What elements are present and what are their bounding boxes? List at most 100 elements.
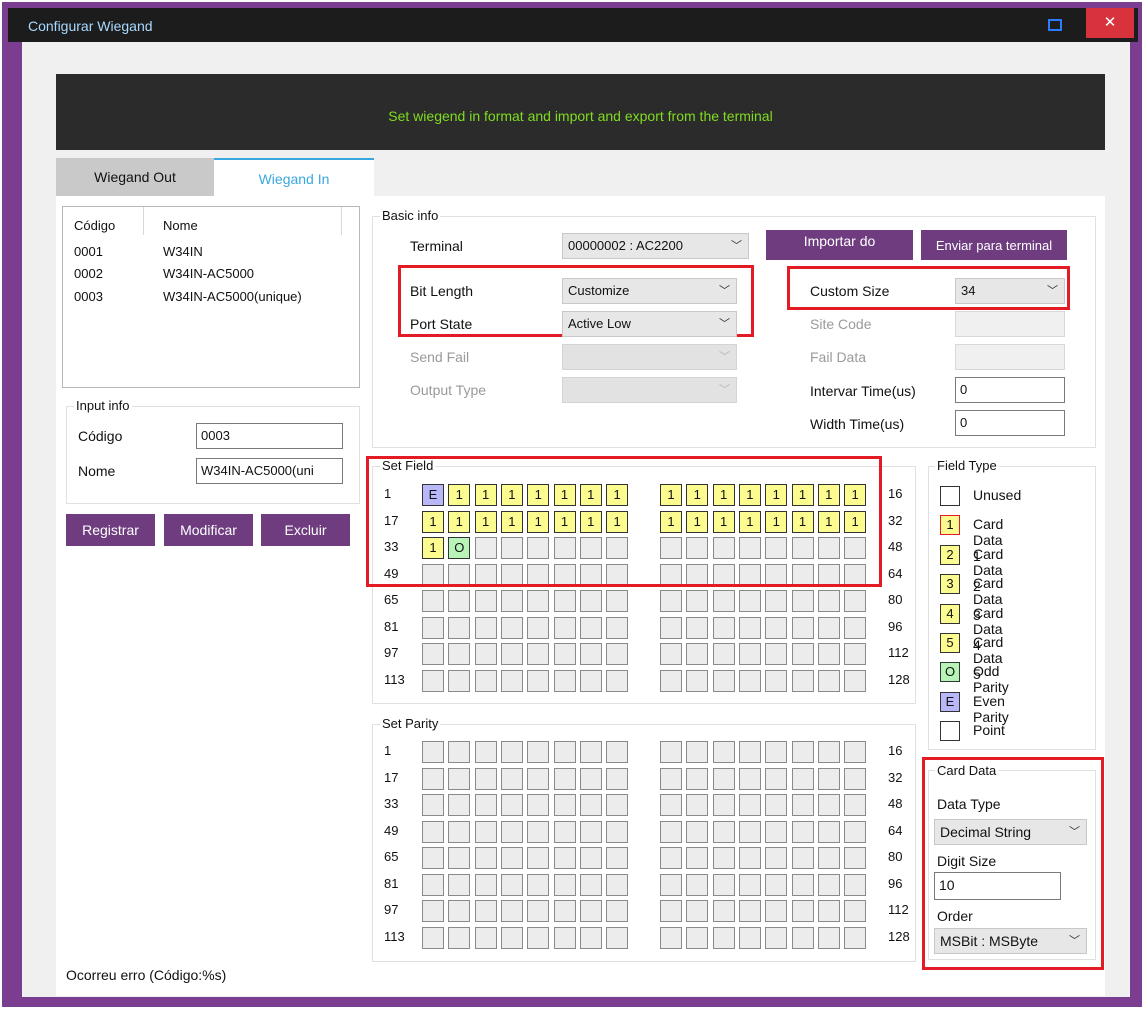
field-bit-cell[interactable]	[579, 616, 602, 639]
maximize-button[interactable]	[1038, 12, 1072, 38]
parity-bit-cell[interactable]	[448, 794, 471, 816]
parity-bit-cell[interactable]	[712, 873, 735, 896]
parity-bit-cell[interactable]	[474, 926, 497, 949]
field-bit-cell[interactable]	[817, 616, 840, 639]
parity-bit-cell[interactable]	[500, 926, 523, 949]
list-item-code[interactable]: 0002	[74, 266, 103, 281]
list-item-code[interactable]: 0003	[74, 289, 103, 304]
field-bit-cell[interactable]	[500, 616, 523, 639]
parity-bit-cell[interactable]	[553, 873, 576, 896]
field-bit-cell[interactable]	[474, 643, 497, 665]
field-bit-cell[interactable]	[527, 616, 550, 639]
output-type-select[interactable]: ﹀	[562, 377, 737, 403]
parity-bit-cell[interactable]	[791, 741, 814, 763]
parity-bit-cell[interactable]	[844, 873, 867, 896]
parity-bit-cell[interactable]	[422, 873, 444, 896]
parity-bit-cell[interactable]	[817, 873, 840, 896]
list-item-name[interactable]: W34IN-AC5000(unique)	[163, 289, 302, 304]
parity-bit-cell[interactable]	[765, 820, 788, 843]
register-button[interactable]: Registrar	[66, 514, 155, 546]
parity-bit-cell[interactable]	[500, 873, 523, 896]
parity-bit-cell[interactable]	[527, 900, 550, 922]
parity-bit-cell[interactable]	[791, 926, 814, 949]
parity-bit-cell[interactable]	[686, 741, 709, 763]
parity-bit-cell[interactable]	[738, 767, 761, 790]
field-bit-cell[interactable]	[817, 643, 840, 665]
code-field[interactable]: 0003	[196, 423, 343, 449]
parity-bit-cell[interactable]	[817, 767, 840, 790]
parity-bit-cell[interactable]	[474, 741, 497, 763]
parity-bit-cell[interactable]	[500, 741, 523, 763]
field-bit-cell[interactable]	[660, 669, 682, 692]
field-bit-cell[interactable]	[422, 590, 444, 612]
field-bit-cell[interactable]	[686, 643, 709, 665]
parity-bit-cell[interactable]	[448, 741, 471, 763]
parity-bit-cell[interactable]	[606, 767, 629, 790]
field-bit-cell[interactable]	[791, 616, 814, 639]
field-bit-cell[interactable]	[527, 669, 550, 692]
parity-bit-cell[interactable]	[738, 794, 761, 816]
field-bit-cell[interactable]	[712, 669, 735, 692]
field-bit-cell[interactable]	[686, 590, 709, 612]
parity-bit-cell[interactable]	[660, 741, 682, 763]
parity-bit-cell[interactable]	[527, 767, 550, 790]
field-bit-cell[interactable]	[738, 669, 761, 692]
field-bit-cell[interactable]	[553, 616, 576, 639]
parity-bit-cell[interactable]	[791, 767, 814, 790]
parity-bit-cell[interactable]	[660, 847, 682, 869]
parity-bit-cell[interactable]	[817, 900, 840, 922]
parity-bit-cell[interactable]	[791, 900, 814, 922]
port-state-select[interactable]: Active Low ﹀	[562, 311, 737, 337]
parity-bit-cell[interactable]	[738, 900, 761, 922]
parity-bit-cell[interactable]	[660, 900, 682, 922]
data-type-select[interactable]: Decimal String ﹀	[934, 819, 1087, 845]
parity-bit-cell[interactable]	[712, 847, 735, 869]
parity-bit-cell[interactable]	[448, 900, 471, 922]
parity-bit-cell[interactable]	[844, 820, 867, 843]
send-to-terminal-button[interactable]: Enviar para terminal	[921, 230, 1067, 260]
field-bit-cell[interactable]	[474, 590, 497, 612]
parity-bit-cell[interactable]	[553, 926, 576, 949]
field-bit-cell[interactable]	[500, 669, 523, 692]
field-bit-cell[interactable]	[606, 669, 629, 692]
field-bit-cell[interactable]	[422, 643, 444, 665]
parity-bit-cell[interactable]	[844, 900, 867, 922]
parity-bit-cell[interactable]	[712, 926, 735, 949]
send-fail-select[interactable]: ﹀	[562, 344, 737, 370]
parity-bit-cell[interactable]	[817, 820, 840, 843]
parity-bit-cell[interactable]	[765, 873, 788, 896]
field-bit-cell[interactable]	[553, 590, 576, 612]
field-bit-cell[interactable]	[791, 643, 814, 665]
parity-bit-cell[interactable]	[791, 873, 814, 896]
column-header-name[interactable]: Nome	[163, 218, 198, 233]
parity-bit-cell[interactable]	[765, 926, 788, 949]
parity-bit-cell[interactable]	[422, 741, 444, 763]
parity-bit-cell[interactable]	[474, 820, 497, 843]
field-bit-cell[interactable]	[844, 669, 867, 692]
parity-bit-cell[interactable]	[606, 741, 629, 763]
parity-bit-cell[interactable]	[606, 847, 629, 869]
field-bit-cell[interactable]	[527, 590, 550, 612]
parity-bit-cell[interactable]	[553, 820, 576, 843]
parity-bit-cell[interactable]	[660, 767, 682, 790]
field-bit-cell[interactable]	[844, 616, 867, 639]
column-header-code[interactable]: Código	[74, 218, 115, 233]
parity-bit-cell[interactable]	[474, 873, 497, 896]
bit-length-select[interactable]: Customize ﹀	[562, 278, 737, 304]
field-bit-cell[interactable]	[474, 669, 497, 692]
parity-bit-cell[interactable]	[686, 767, 709, 790]
parity-bit-cell[interactable]	[422, 926, 444, 949]
parity-bit-cell[interactable]	[686, 794, 709, 816]
parity-bit-cell[interactable]	[660, 794, 682, 816]
field-bit-cell[interactable]	[553, 643, 576, 665]
parity-bit-cell[interactable]	[500, 767, 523, 790]
parity-bit-cell[interactable]	[474, 900, 497, 922]
parity-bit-cell[interactable]	[422, 900, 444, 922]
parity-bit-cell[interactable]	[474, 794, 497, 816]
field-bit-cell[interactable]	[448, 643, 471, 665]
parity-bit-cell[interactable]	[448, 926, 471, 949]
parity-bit-cell[interactable]	[579, 873, 602, 896]
parity-bit-cell[interactable]	[500, 847, 523, 869]
terminal-select[interactable]: 00000002 : AC2200 ﹀	[562, 233, 749, 259]
parity-bit-cell[interactable]	[844, 794, 867, 816]
